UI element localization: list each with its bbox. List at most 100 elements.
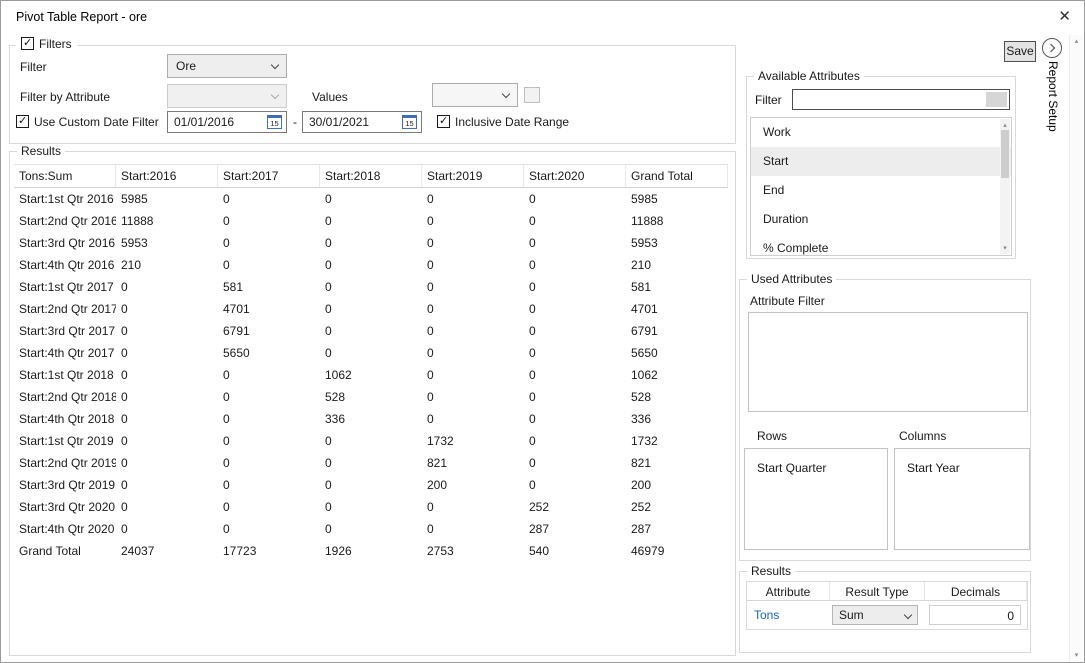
result-attribute-cell[interactable]: Tons bbox=[747, 608, 830, 622]
pivot-table-row[interactable]: Start:1st Qtr 2019000173201732 bbox=[14, 430, 728, 452]
pivot-cell: 1732 bbox=[422, 430, 524, 452]
filter-by-attribute-dropdown[interactable] bbox=[167, 84, 287, 108]
filter-dropdown[interactable]: Ore bbox=[167, 54, 287, 78]
pivot-table-row[interactable]: Start:4th Qtr 2017056500005650 bbox=[14, 342, 728, 364]
pivot-table-row[interactable]: Start:3rd Qtr 2017067910006791 bbox=[14, 320, 728, 342]
pivot-table-row[interactable]: Start:2nd Qtr 20190008210821 bbox=[14, 452, 728, 474]
calendar-icon[interactable]: 15 bbox=[267, 115, 282, 129]
results-config-label: Results bbox=[747, 564, 795, 578]
pivot-cell: 46979 bbox=[626, 540, 728, 562]
pivot-cell: 4701 bbox=[626, 298, 728, 320]
pivot-column-header[interactable]: Start:2017 bbox=[218, 165, 320, 187]
values-dropdown[interactable] bbox=[432, 83, 518, 107]
date-to-field[interactable]: 30/01/2021 15 bbox=[302, 111, 422, 133]
scroll-up-icon[interactable]: ▴ bbox=[1070, 37, 1083, 45]
pivot-table-row[interactable]: Start:3rd Qtr 2016595300005953 bbox=[14, 232, 728, 254]
scroll-up-icon[interactable]: ▴ bbox=[1000, 121, 1010, 129]
pivot-table-row[interactable]: Start:2nd Qtr 20180052800528 bbox=[14, 386, 728, 408]
close-icon[interactable]: ✕ bbox=[1058, 8, 1071, 26]
available-attribute-item[interactable]: Duration bbox=[751, 205, 1011, 234]
pivot-cell: 0 bbox=[116, 452, 218, 474]
pivot-cell: 0 bbox=[524, 408, 626, 430]
pivot-cell: 0 bbox=[116, 386, 218, 408]
pivot-table-row[interactable]: Start:1st Qtr 20170581000581 bbox=[14, 276, 728, 298]
date-range-separator: - bbox=[293, 115, 297, 129]
pivot-table-row[interactable]: Start:3rd Qtr 20200000252252 bbox=[14, 496, 728, 518]
results-config-header: AttributeResult TypeDecimals bbox=[747, 582, 1027, 601]
pivot-cell: 0 bbox=[524, 276, 626, 298]
pivot-row-label: Start:2nd Qtr 2017 bbox=[14, 298, 116, 320]
report-setup-tab[interactable]: Report Setup bbox=[1046, 61, 1060, 132]
pivot-cell: 11888 bbox=[626, 210, 728, 232]
filter-input-button[interactable] bbox=[986, 92, 1007, 107]
available-attributes-list[interactable]: WorkStartEndDuration% Complete ▴ ▾ bbox=[750, 117, 1012, 256]
pivot-cell: 0 bbox=[218, 474, 320, 496]
use-custom-date-filter-checkbox[interactable] bbox=[16, 115, 29, 128]
list-scrollbar[interactable]: ▴ ▾ bbox=[1000, 119, 1010, 254]
pivot-cell: 252 bbox=[524, 496, 626, 518]
pivot-cell: 5953 bbox=[116, 232, 218, 254]
scroll-down-icon[interactable]: ▾ bbox=[1000, 244, 1010, 252]
pivot-cell: 0 bbox=[422, 496, 524, 518]
pivot-table-row[interactable]: Start:2nd Qtr 2017047010004701 bbox=[14, 298, 728, 320]
scrollbar-thumb[interactable] bbox=[1001, 130, 1009, 178]
columns-label: Columns bbox=[899, 429, 946, 443]
available-attribute-item[interactable]: End bbox=[751, 176, 1011, 205]
pivot-cell: 0 bbox=[320, 210, 422, 232]
pivot-column-header[interactable]: Tons:Sum bbox=[14, 165, 116, 187]
pivot-table-row[interactable]: Start:1st Qtr 2016598500005985 bbox=[14, 188, 728, 210]
filters-group: Filters Filter Ore Filter by Attribute V… bbox=[9, 45, 736, 144]
window-scrollbar[interactable]: ▴ ▾ bbox=[1069, 35, 1083, 661]
collapse-panel-icon[interactable] bbox=[1042, 38, 1062, 58]
pivot-column-header[interactable]: Start:2016 bbox=[116, 165, 218, 187]
rows-label: Rows bbox=[757, 429, 787, 443]
scroll-down-icon[interactable]: ▾ bbox=[1070, 651, 1083, 659]
available-attribute-item[interactable]: % Complete bbox=[751, 234, 1011, 256]
pivot-cell: 287 bbox=[626, 518, 728, 540]
pivot-cell: 0 bbox=[218, 386, 320, 408]
pivot-cell: 0 bbox=[422, 298, 524, 320]
calendar-icon[interactable]: 15 bbox=[402, 115, 417, 129]
pivot-cell: 0 bbox=[422, 342, 524, 364]
results-config-column-header: Decimals bbox=[925, 582, 1027, 600]
pivot-column-header[interactable]: Start:2018 bbox=[320, 165, 422, 187]
pivot-table-row[interactable]: Grand Total24037177231926275354046979 bbox=[14, 540, 728, 562]
chevron-down-icon bbox=[502, 90, 510, 98]
filter-label: Filter bbox=[20, 60, 47, 74]
pivot-table-row[interactable]: Start:4th Qtr 20200000287287 bbox=[14, 518, 728, 540]
save-button[interactable]: Save bbox=[1004, 41, 1036, 62]
filters-checkbox[interactable] bbox=[21, 37, 34, 50]
pivot-table-row[interactable]: Start:1st Qtr 2018001062001062 bbox=[14, 364, 728, 386]
columns-dropzone[interactable]: Start Year bbox=[894, 448, 1030, 550]
pivot-cell: 2753 bbox=[422, 540, 524, 562]
values-checkbox[interactable] bbox=[524, 87, 540, 103]
pivot-cell: 0 bbox=[524, 474, 626, 496]
pivot-cell: 0 bbox=[320, 276, 422, 298]
inclusive-date-range-checkbox[interactable] bbox=[437, 115, 450, 128]
results-config-group: Results AttributeResult TypeDecimals Ton… bbox=[739, 571, 1031, 653]
attribute-filter-dropzone[interactable] bbox=[748, 312, 1028, 412]
pivot-column-header[interactable]: Start:2019 bbox=[422, 165, 524, 187]
filter-by-attribute-label: Filter by Attribute bbox=[20, 90, 110, 104]
use-custom-date-filter: Use Custom Date Filter bbox=[16, 115, 159, 129]
available-attribute-item[interactable]: Start bbox=[751, 147, 1011, 176]
pivot-column-header[interactable]: Grand Total bbox=[626, 165, 728, 187]
pivot-column-header[interactable]: Start:2020 bbox=[524, 165, 626, 187]
columns-attribute-item[interactable]: Start Year bbox=[895, 449, 1029, 475]
attribute-filter-section-label: Attribute Filter bbox=[750, 294, 825, 308]
result-type-dropdown[interactable]: Sum bbox=[832, 605, 918, 625]
pivot-cell: 0 bbox=[320, 496, 422, 518]
pivot-cell: 210 bbox=[626, 254, 728, 276]
pivot-cell: 0 bbox=[524, 232, 626, 254]
rows-attribute-item[interactable]: Start Quarter bbox=[745, 449, 887, 475]
available-attribute-item[interactable]: Work bbox=[751, 118, 1011, 147]
rows-dropzone[interactable]: Start Quarter bbox=[744, 448, 888, 550]
pivot-table-row[interactable]: Start:3rd Qtr 20190002000200 bbox=[14, 474, 728, 496]
pivot-row-label: Start:3rd Qtr 2017 bbox=[14, 320, 116, 342]
pivot-table-row[interactable]: Start:2nd Qtr 201611888000011888 bbox=[14, 210, 728, 232]
date-from-field[interactable]: 01/01/2016 15 bbox=[167, 111, 287, 133]
decimals-input[interactable]: 0 bbox=[929, 605, 1021, 625]
pivot-table-row[interactable]: Start:4th Qtr 20180033600336 bbox=[14, 408, 728, 430]
attribute-filter-input[interactable] bbox=[792, 89, 1010, 110]
pivot-table-row[interactable]: Start:4th Qtr 20162100000210 bbox=[14, 254, 728, 276]
